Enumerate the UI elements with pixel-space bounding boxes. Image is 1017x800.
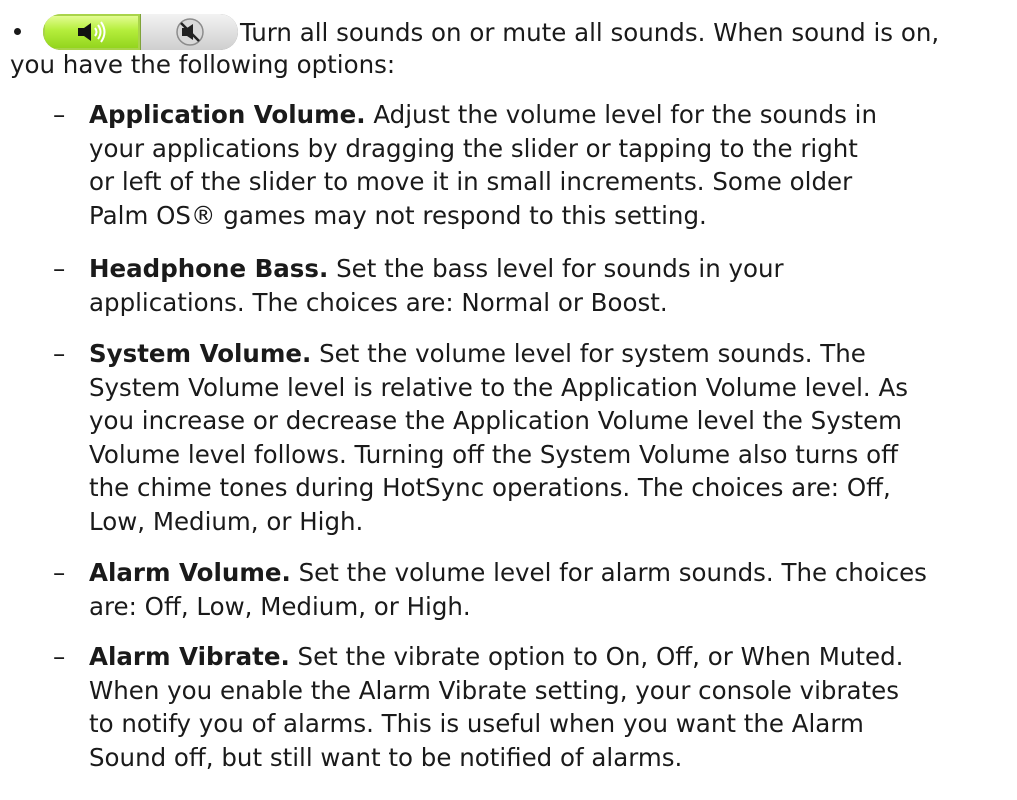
item-text-line: Set the volume level for system sounds. … xyxy=(311,339,866,368)
item-text-line: you increase or decrease the Application… xyxy=(89,406,903,435)
item-text-line: are: Off, Low, Medium, or High. xyxy=(89,591,471,621)
item-text-line: Set the bass level for sounds in your xyxy=(328,254,784,283)
list-item-alarm-vibrate: – Alarm Vibrate. Set the vibrate option … xyxy=(53,640,1008,774)
item-text-line: Low, Medium, or High. xyxy=(89,506,364,536)
speaker-on-icon xyxy=(77,21,105,43)
item-text-line: to notify you of alarms. This is useful … xyxy=(89,709,864,738)
document-page: Turn all sounds on or mute all sounds. W… xyxy=(0,0,1017,800)
list-dash: – xyxy=(53,642,66,671)
term-headphone-bass: Headphone Bass. xyxy=(89,254,329,283)
speaker-mute-icon xyxy=(175,18,204,46)
item-text-line: Set the volume level for alarm sounds. T… xyxy=(290,558,927,587)
bullet-first-line: Turn all sounds on or mute all sounds. W… xyxy=(10,14,1010,52)
list-dash: – xyxy=(53,339,66,368)
mute-button[interactable] xyxy=(141,14,238,50)
item-text-line: Adjust the volume level for the sounds i… xyxy=(365,100,878,129)
item-text-line: applications. The choices are: Normal or… xyxy=(89,287,668,317)
list-item-headphone-bass: – Headphone Bass. Set the bass level for… xyxy=(53,252,1008,319)
list-item-system-volume: – System Volume. Set the volume level fo… xyxy=(53,337,1008,538)
list-dash: – xyxy=(53,254,66,283)
list-dash: – xyxy=(53,100,66,129)
term-alarm-vibrate: Alarm Vibrate. xyxy=(89,642,290,671)
item-text-line: Sound off, but still want to be notified… xyxy=(89,742,683,772)
bullet-text-line-2: you have the following options: xyxy=(10,50,396,79)
item-text-line: Palm OS® games may not respond to this s… xyxy=(89,200,707,230)
item-text-line: the chime tones during HotSync operation… xyxy=(89,473,891,502)
item-text-line: your applications by dragging the slider… xyxy=(89,133,858,163)
item-text-line: Volume level follows. Turning off the Sy… xyxy=(89,439,898,469)
item-text-line: Set the vibrate option to On, Off, or Wh… xyxy=(289,642,904,671)
bullet-text-line-1: Turn all sounds on or mute all sounds. W… xyxy=(240,18,940,47)
list-item-alarm-volume: – Alarm Volume. Set the volume level for… xyxy=(53,556,1008,623)
sound-bullet: Turn all sounds on or mute all sounds. W… xyxy=(10,14,1010,82)
sound-on-button[interactable] xyxy=(43,14,141,50)
sound-toggle-control[interactable] xyxy=(43,14,238,50)
item-text-line: System Volume level is relative to the A… xyxy=(89,372,908,402)
list-item-application-volume: – Application Volume. Adjust the volume … xyxy=(53,98,1008,232)
item-text-line: or left of the slider to move it in smal… xyxy=(89,167,853,196)
term-system-volume: System Volume. xyxy=(89,339,312,368)
term-alarm-volume: Alarm Volume. xyxy=(89,558,291,587)
term-application-volume: Application Volume. xyxy=(89,100,366,129)
list-dash: – xyxy=(53,558,66,587)
item-text-line: When you enable the Alarm Vibrate settin… xyxy=(89,675,899,705)
